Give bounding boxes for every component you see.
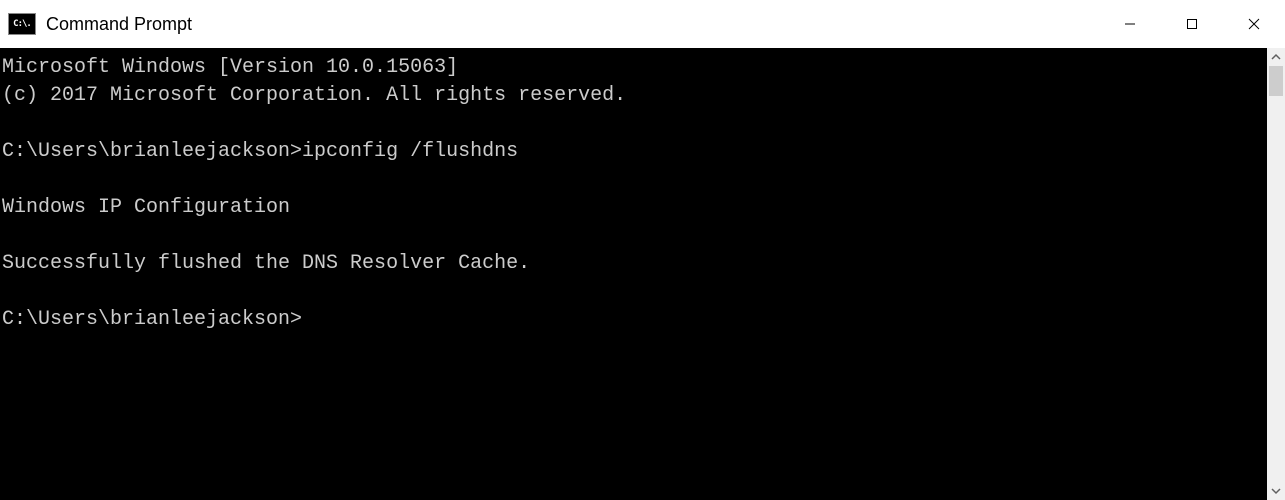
maximize-icon bbox=[1186, 18, 1198, 30]
window-title: Command Prompt bbox=[46, 14, 1099, 35]
terminal-output[interactable]: Microsoft Windows [Version 10.0.15063] (… bbox=[0, 48, 1267, 500]
window-controls bbox=[1099, 0, 1285, 48]
chevron-up-icon bbox=[1271, 52, 1281, 62]
cmd-app-icon: C:\. bbox=[8, 13, 36, 35]
chevron-down-icon bbox=[1271, 486, 1281, 496]
scroll-down-arrow[interactable] bbox=[1267, 482, 1285, 500]
close-icon bbox=[1248, 18, 1260, 30]
close-button[interactable] bbox=[1223, 0, 1285, 48]
maximize-button[interactable] bbox=[1161, 0, 1223, 48]
terminal-area: Microsoft Windows [Version 10.0.15063] (… bbox=[0, 48, 1285, 500]
scroll-track[interactable] bbox=[1267, 66, 1285, 482]
minimize-icon bbox=[1124, 18, 1136, 30]
scroll-up-arrow[interactable] bbox=[1267, 48, 1285, 66]
scroll-thumb[interactable] bbox=[1269, 66, 1283, 96]
vertical-scrollbar[interactable] bbox=[1267, 48, 1285, 500]
minimize-button[interactable] bbox=[1099, 0, 1161, 48]
titlebar[interactable]: C:\. Command Prompt bbox=[0, 0, 1285, 48]
